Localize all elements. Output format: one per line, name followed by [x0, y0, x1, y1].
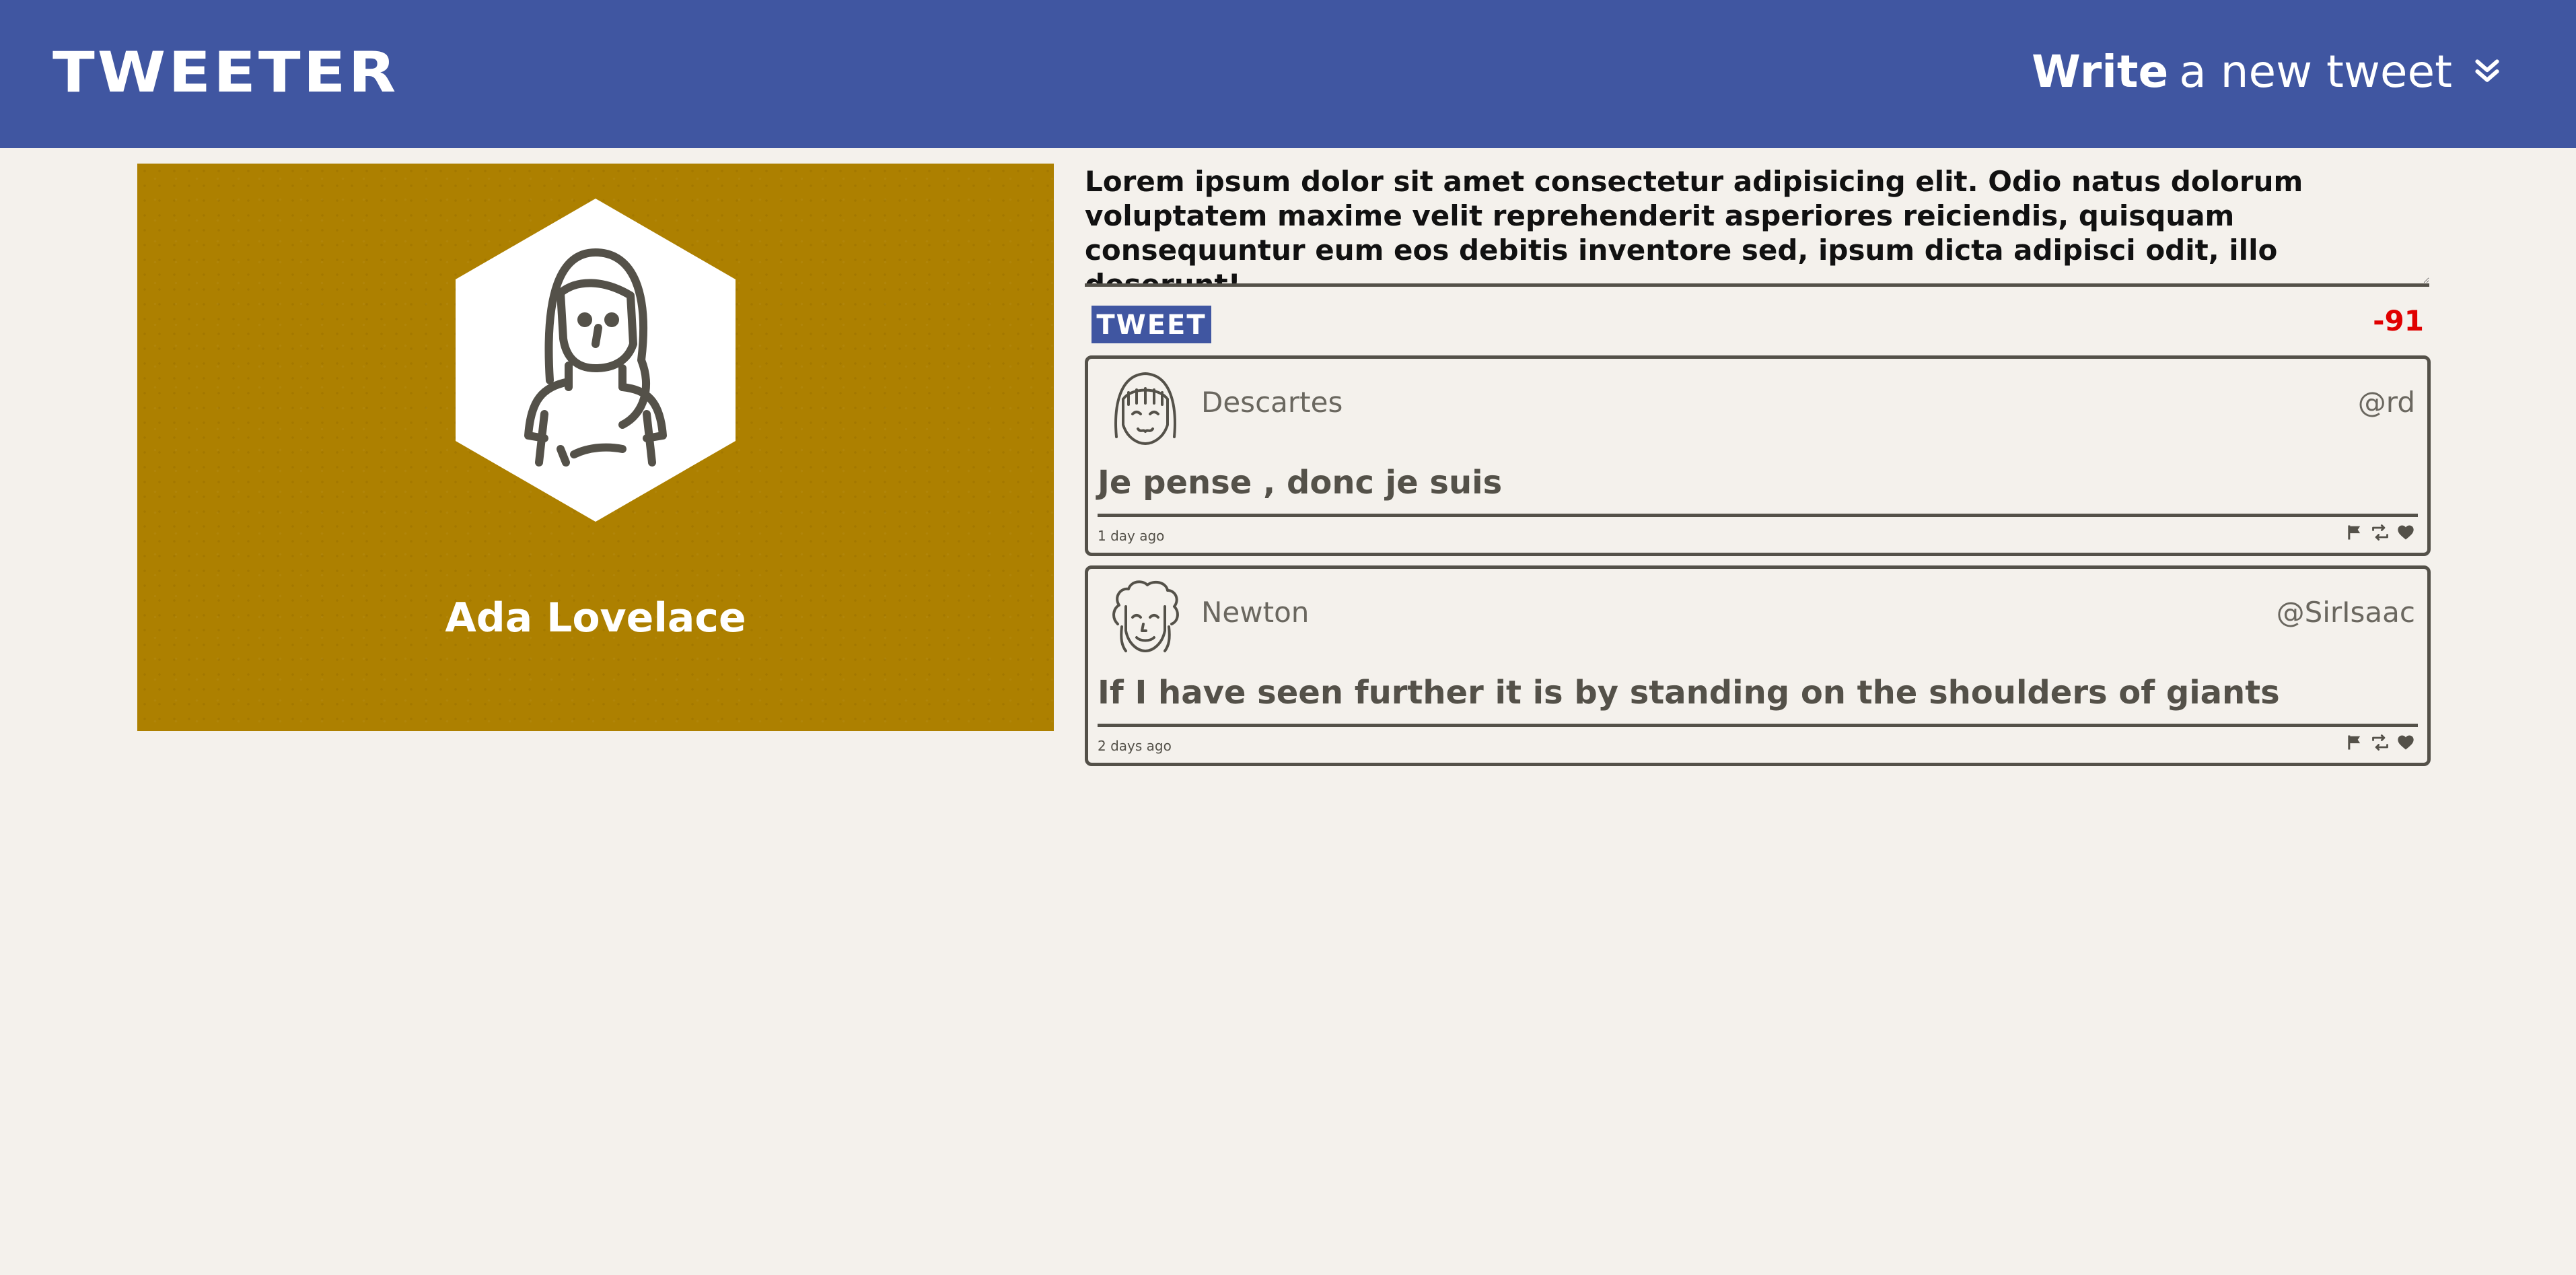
tweet-submit-button[interactable]: TWEET [1092, 306, 1211, 343]
flag-icon[interactable] [2345, 523, 2364, 542]
tweet-author-handle: @SirIsaac [2276, 596, 2415, 629]
write-label-rest: a new tweet [2179, 45, 2452, 98]
tweet-divider [1098, 724, 2418, 727]
retweet-icon[interactable] [2371, 733, 2390, 752]
double-chevron-down-icon [2475, 59, 2499, 82]
tweet-timestamp: 1 day ago [1098, 528, 1165, 544]
character-counter: -91 [2373, 304, 2424, 337]
profile-name: Ada Lovelace [445, 594, 746, 642]
tweet-card: Descartes @rd Je pense , donc je suis 1 … [1085, 355, 2431, 556]
tweet-timestamp: 2 days ago [1098, 738, 1172, 754]
heart-icon[interactable] [2396, 523, 2415, 542]
tweet-card: Newton @SirIsaac If I have seen further … [1085, 565, 2431, 766]
tweet-content: Je pense , donc je suis [1098, 464, 1503, 502]
descartes-avatar-icon [1114, 372, 1176, 445]
tweet-actions [2345, 523, 2415, 542]
flag-icon[interactable] [2345, 733, 2364, 752]
heart-icon[interactable] [2396, 733, 2415, 752]
tweet-divider [1098, 514, 2418, 517]
write-new-tweet-button[interactable]: Write a new tweet [2032, 38, 2502, 105]
tweet-author-name: Newton [1201, 596, 1310, 629]
top-nav: TWEETER Write a new tweet [0, 0, 2576, 148]
retweet-icon[interactable] [2371, 523, 2390, 542]
tweet-content: If I have seen further it is by standing… [1098, 674, 2280, 712]
woman-avatar-icon [456, 199, 736, 522]
write-label-strong: Write [2032, 45, 2169, 98]
tweet-textarea[interactable] [1085, 164, 2429, 287]
newton-avatar-icon [1112, 580, 1179, 652]
app-logo: TWEETER [52, 40, 399, 105]
tweet-author-handle: @rd [2357, 386, 2415, 419]
profile-card: Ada Lovelace [137, 164, 1054, 731]
tweet-author-name: Descartes [1201, 386, 1343, 419]
tweet-composer [1085, 164, 2431, 287]
tweet-actions [2345, 733, 2415, 752]
